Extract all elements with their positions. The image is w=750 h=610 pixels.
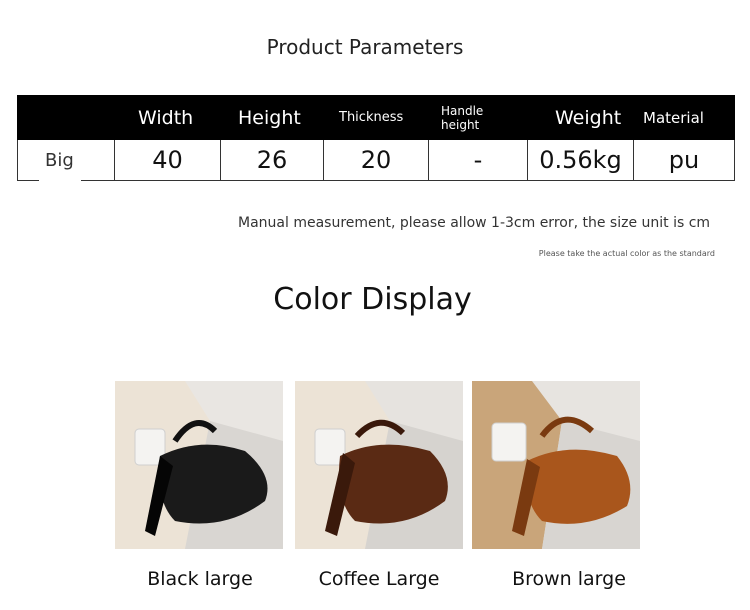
header-weight: Weight <box>555 106 622 129</box>
row-divider <box>17 180 39 181</box>
product-photo-black <box>115 381 283 549</box>
header-height: Height <box>238 106 301 129</box>
measurement-note: Manual measurement, please allow 1-3cm e… <box>238 215 711 231</box>
cell-thickness: 20 <box>323 140 428 181</box>
color-label-black: Black large <box>147 568 253 590</box>
table-header-row: Width Height Thickness Handle height Wei… <box>17 95 735 140</box>
header-handle-height: Handle height <box>441 103 484 132</box>
parameters-table: Width Height Thickness Handle height Wei… <box>17 95 735 182</box>
cell-material: pu <box>633 140 735 181</box>
table-row: Big 40 26 20 - 0.56kg pu <box>17 140 735 182</box>
product-photo-coffee <box>295 381 463 549</box>
color-standard-note: Please take the actual color as the stan… <box>538 249 715 258</box>
row-divider <box>81 180 114 181</box>
product-photo-brown <box>472 381 640 549</box>
header-thickness: Thickness <box>339 110 404 125</box>
cell-height: 26 <box>220 140 323 181</box>
bag-image <box>472 381 640 549</box>
cell-weight: 0.56kg <box>527 140 633 181</box>
header-width: Width <box>138 106 194 129</box>
color-section-title: Color Display <box>273 282 472 317</box>
bag-image <box>295 381 463 549</box>
bag-image <box>115 381 283 549</box>
color-label-coffee: Coffee Large <box>318 568 440 590</box>
cell-width: 40 <box>114 140 220 181</box>
page-title: Product Parameters <box>266 35 464 59</box>
cell-handle-height: - <box>428 140 527 181</box>
row-label: Big <box>17 140 114 181</box>
header-material: Material <box>643 108 704 127</box>
color-label-brown: Brown large <box>512 568 626 590</box>
